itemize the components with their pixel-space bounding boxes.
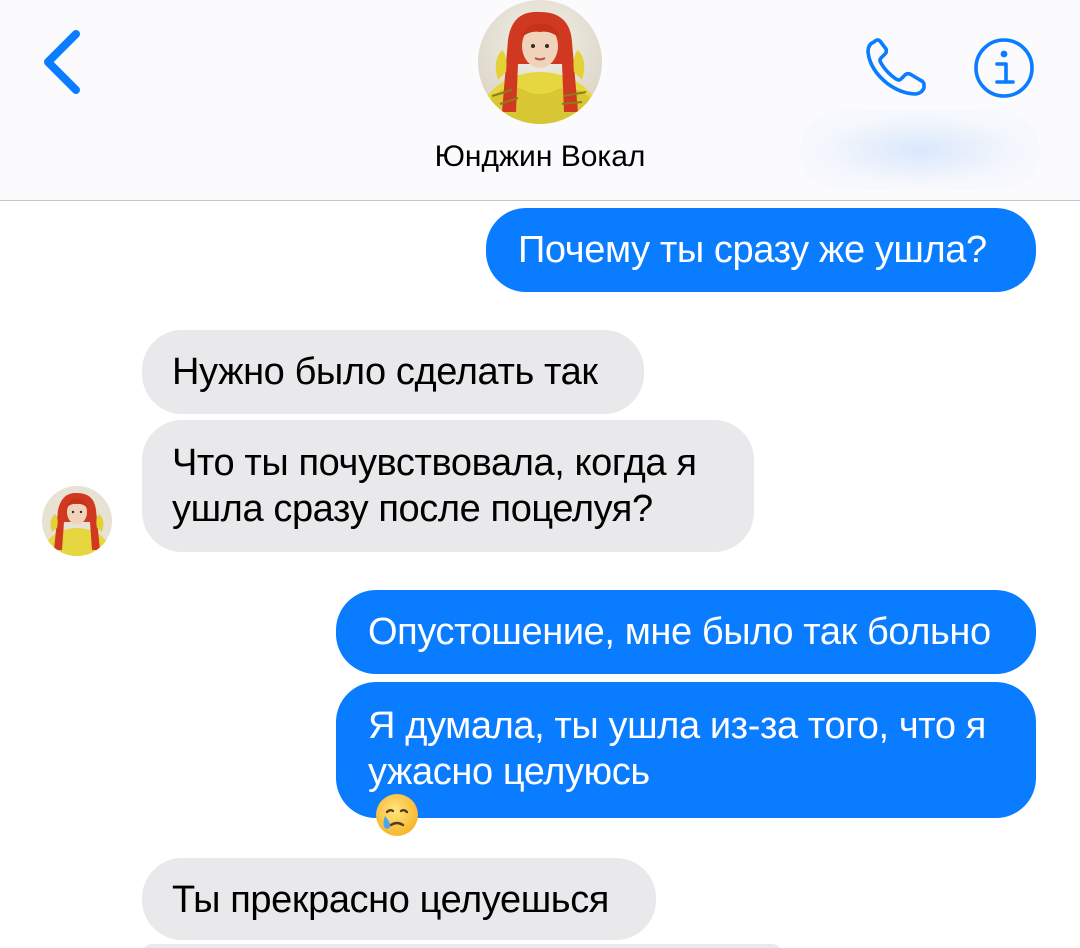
message-text: Почему ты сразу же ушла? [518, 229, 987, 271]
imessage-conversation-screen: Юнджин Вокал Почему ты сразу же ушла? Ну… [0, 0, 1080, 948]
incoming-message-bubble[interactable]: Нужно было сделать так [142, 330, 644, 414]
message-text: Ты прекрасно целуешься [172, 879, 609, 921]
header-divider [0, 200, 1080, 201]
info-icon [974, 38, 1034, 98]
conversation-header: Юнджин Вокал [0, 0, 1080, 200]
header-blur-decoration [800, 110, 1040, 190]
incoming-message-bubble[interactable]: Ты прекрасно целуешься [142, 858, 656, 940]
back-button[interactable] [36, 28, 92, 96]
contact-avatar[interactable] [478, 0, 602, 124]
message-text-line-with-emoji: ужасно целуюсь [368, 749, 1036, 841]
chevron-left-icon [44, 30, 80, 94]
call-button[interactable] [862, 36, 930, 100]
message-text: Опустошение, мне было так больно [368, 611, 991, 653]
message-text: ужасно целуюсь [368, 751, 650, 793]
message-text-line: ушла сразу после поцелуя? [172, 488, 653, 530]
sender-avatar[interactable] [42, 486, 112, 556]
message-text-line: Что ты почувствовала, когда я [172, 442, 697, 484]
incoming-message-bubble-partial [142, 944, 782, 948]
phone-icon [866, 38, 926, 96]
contact-name[interactable]: Юнджин Вокал [340, 140, 740, 174]
crying-face-emoji [374, 792, 420, 838]
contact-photo [478, 0, 602, 124]
message-text: Нужно было сделать так [172, 351, 598, 393]
incoming-message-bubble[interactable]: Что ты почувствовала, когда я ушла сразу… [142, 420, 754, 552]
message-text-line: Я думала, ты ушла из-за того, что я [368, 705, 986, 747]
outgoing-message-bubble[interactable]: Почему ты сразу же ушла? [486, 208, 1036, 292]
outgoing-message-bubble[interactable]: Я думала, ты ушла из-за того, что я ужас… [336, 682, 1036, 836]
sender-photo [42, 486, 112, 556]
outgoing-message-bubble[interactable]: Опустошение, мне было так больно [336, 590, 1036, 674]
info-button[interactable] [972, 36, 1036, 100]
